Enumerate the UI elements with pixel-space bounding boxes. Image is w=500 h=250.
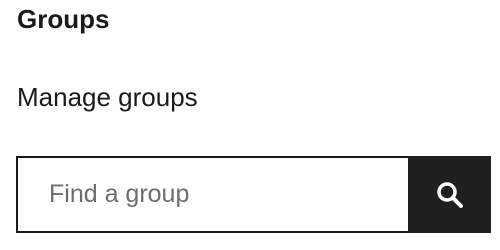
group-search-form bbox=[16, 156, 491, 233]
search-button[interactable] bbox=[408, 156, 491, 233]
group-search-input[interactable] bbox=[16, 156, 408, 233]
groups-heading: Groups bbox=[17, 4, 110, 34]
manage-groups-link[interactable]: Manage groups bbox=[17, 80, 198, 114]
search-icon bbox=[436, 181, 463, 208]
